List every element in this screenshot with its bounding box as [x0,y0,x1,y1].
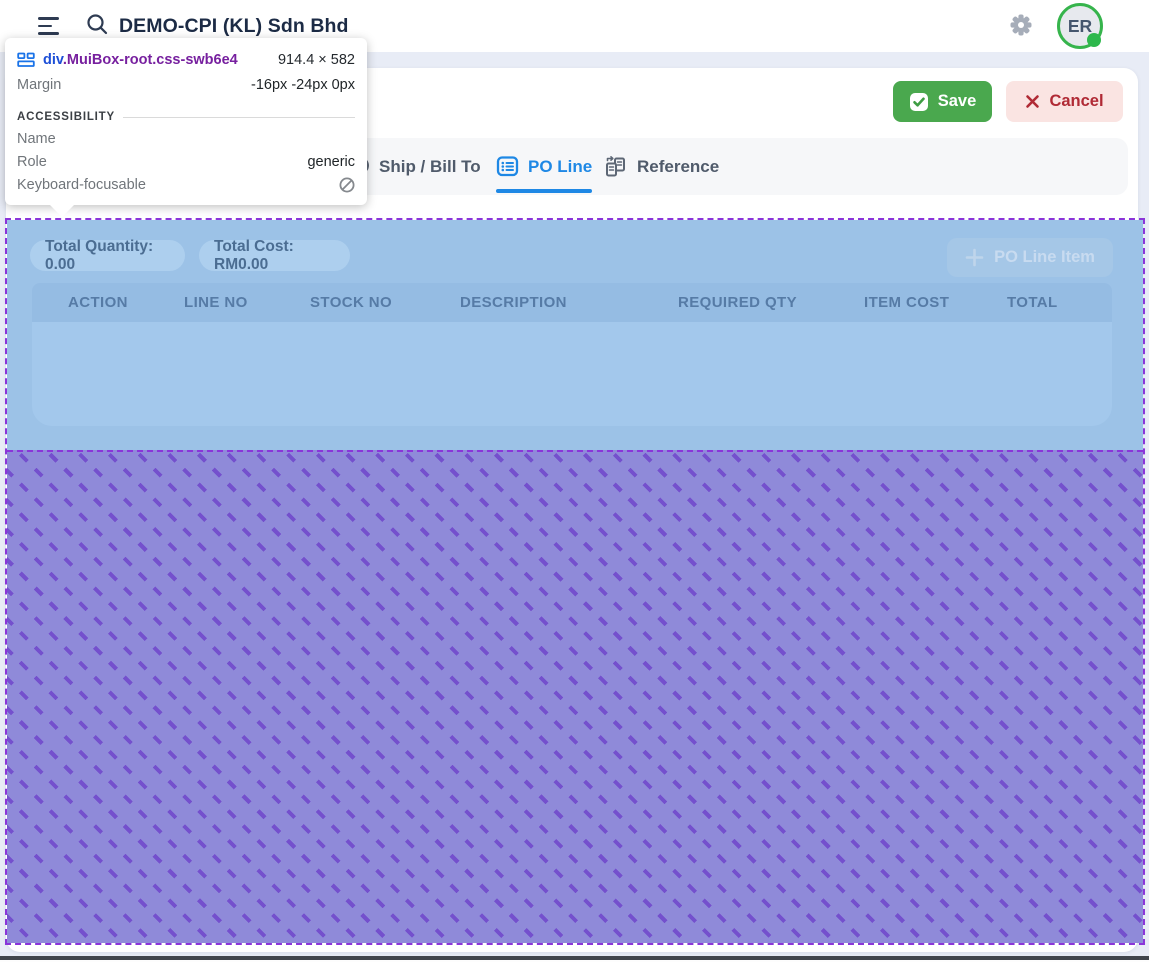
column-header-line-no: LINE NO [184,283,248,322]
po-line-table-header: ACTION LINE NO STOCK NO DESCRIPTION REQU… [32,283,1112,322]
tab-reference[interactable]: Reference [604,138,719,195]
margin-label: Margin [17,77,61,93]
save-button[interactable]: Save [893,81,992,122]
menu-hamburger-icon[interactable] [38,17,60,35]
devtools-margin-hatch-area [7,450,1143,943]
column-header-stock-no: STOCK NO [310,283,392,322]
add-po-line-item-label: PO Line Item [994,248,1095,267]
tab-ship-bill-to[interactable]: Ship / Bill To [379,138,481,195]
total-quantity-chip: Total Quantity: 0.00 [30,240,185,271]
selector-tag: div [43,52,63,68]
a11y-role-value: generic [307,154,355,170]
column-header-total: TOTAL [1007,283,1058,322]
cancel-button-label: Cancel [1049,92,1103,111]
avatar-initials: ER [1068,16,1092,37]
save-check-icon [909,92,929,112]
column-header-action: ACTION [68,283,128,322]
selector-text: div.MuiBox-root.css-swb6e4 [43,52,238,68]
po-line-panel: Total Quantity: 0.00 Total Cost: RM0.00 … [7,220,1143,450]
not-focusable-blocked-icon [339,177,355,193]
cancel-button[interactable]: Cancel [1006,81,1123,122]
total-cost-chip: Total Cost: RM0.00 [199,240,350,271]
column-header-item-cost: ITEM COST [864,283,949,322]
active-tab-indicator [496,189,592,193]
a11y-name-label: Name [17,131,56,147]
element-badge-icon [17,51,35,69]
devtools-inspect-tooltip: div.MuiBox-root.css-swb6e4 914.4 × 582 M… [5,38,367,205]
po-line-table-body-empty [32,322,1112,426]
a11y-role-label: Role [17,154,47,170]
save-button-label: Save [938,92,977,111]
cancel-x-icon [1025,94,1040,109]
reference-docs-icon [604,155,628,179]
tooltip-caret [49,204,75,217]
add-po-line-item-button[interactable]: PO Line Item [947,238,1113,277]
gear-icon[interactable] [1009,13,1033,42]
selector-classes: .MuiBox-root.css-swb6e4 [63,52,238,68]
online-status-dot [1087,33,1101,47]
tab-ship-bill-to-label: Ship / Bill To [379,157,481,177]
tab-po-line-label: PO Line [528,157,592,177]
search-icon[interactable] [85,12,109,41]
po-line-table: ACTION LINE NO STOCK NO DESCRIPTION REQU… [32,283,1112,426]
user-avatar[interactable]: ER [1057,3,1103,49]
plus-icon [965,248,984,267]
element-dimensions: 914.4 × 582 [278,52,355,68]
screen: Save Cancel Ship / Bill To PO Line [0,0,1149,962]
devtools-highlight-overlay: Total Quantity: 0.00 Total Cost: RM0.00 … [5,218,1145,945]
accessibility-divider [123,117,355,118]
a11y-focusable-label: Keyboard-focusable [17,177,146,193]
column-header-description: DESCRIPTION [460,283,567,322]
margin-value: -16px -24px 0px [251,77,355,93]
tab-po-line[interactable]: PO Line [496,138,592,195]
po-line-list-icon [496,155,519,178]
tab-reference-label: Reference [637,157,719,177]
column-header-required-qty: REQUIRED QTY [678,283,797,322]
accessibility-section-title: ACCESSIBILITY [17,111,115,123]
